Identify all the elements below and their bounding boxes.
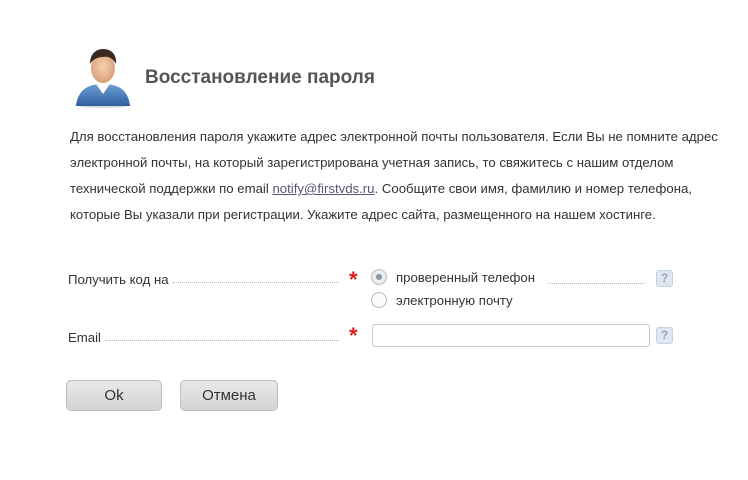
radio-button-email[interactable] xyxy=(371,292,387,308)
radio-label-phone[interactable]: проверенный телефон xyxy=(396,270,535,285)
option-leader-dots xyxy=(548,282,645,284)
radio-option-email[interactable]: электронную почту xyxy=(371,292,513,308)
page-title: Восстановление пароля xyxy=(145,67,375,88)
support-email-link[interactable]: notify@firstvds.ru xyxy=(272,181,374,196)
label-leader-dots xyxy=(172,281,339,283)
code-to-label-row: Получить код на xyxy=(68,272,343,287)
user-avatar-icon xyxy=(72,44,134,108)
radio-button-phone[interactable] xyxy=(371,269,387,285)
help-icon[interactable]: ? xyxy=(656,327,673,344)
cancel-button[interactable]: Отмена xyxy=(180,380,278,411)
email-label: Email xyxy=(68,330,101,345)
radio-label-email[interactable]: электронную почту xyxy=(396,293,513,308)
ok-button[interactable]: Ok xyxy=(66,380,162,411)
label-leader-dots xyxy=(104,339,339,341)
required-mark: * xyxy=(349,323,358,348)
instructions-text: Для восстановления пароля укажите адрес … xyxy=(70,124,720,228)
radio-option-phone[interactable]: проверенный телефон xyxy=(371,269,535,285)
code-to-label: Получить код на xyxy=(68,272,169,287)
help-icon[interactable]: ? xyxy=(656,270,673,287)
email-label-row: Email xyxy=(68,330,343,345)
email-input[interactable] xyxy=(372,324,650,347)
required-mark: * xyxy=(349,267,358,292)
